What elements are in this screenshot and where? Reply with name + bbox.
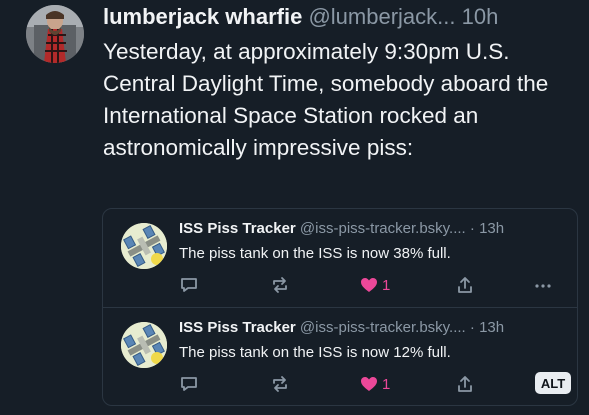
- quote-avatar[interactable]: [121, 223, 167, 269]
- quoted-post[interactable]: ISS Piss Tracker @iss-piss-tracker.bsky.…: [103, 307, 577, 406]
- like-count: 1: [382, 375, 391, 393]
- share-icon: [458, 376, 472, 392]
- quoted-posts: ISS Piss Tracker @iss-piss-tracker.bsky.…: [102, 208, 578, 406]
- like-button[interactable]: 1: [359, 372, 390, 396]
- repost-button[interactable]: [270, 273, 290, 297]
- reply-icon: [181, 278, 197, 292]
- repost-icon: [273, 376, 287, 392]
- quote-header: ISS Piss Tracker @iss-piss-tracker.bsky.…: [179, 219, 504, 239]
- like-count: 1: [382, 276, 391, 294]
- heart-icon: [361, 377, 377, 391]
- quoted-post[interactable]: ISS Piss Tracker @iss-piss-tracker.bsky.…: [103, 209, 577, 307]
- like-button[interactable]: 1: [359, 273, 390, 297]
- quote-author-handle[interactable]: @iss-piss-tracker.bsky....: [300, 319, 466, 336]
- quote-time[interactable]: · 13h: [470, 220, 504, 237]
- quote-text: The piss tank on the ISS is now 12% full…: [179, 344, 451, 361]
- quote-text: The piss tank on the ISS is now 38% full…: [179, 245, 451, 262]
- display-name[interactable]: lumberjack wharfie: [103, 4, 302, 29]
- ellipsis-icon: [535, 284, 551, 288]
- quote-author-handle[interactable]: @iss-piss-tracker.bsky....: [300, 220, 466, 237]
- post-time[interactable]: 10h: [462, 4, 499, 29]
- alt-text-badge[interactable]: ALT: [535, 372, 571, 394]
- more-options-button[interactable]: [533, 273, 553, 297]
- post: lumberjack wharfie @lumberjack... 10h Ye…: [0, 0, 589, 415]
- share-icon: [458, 277, 472, 293]
- quote-avatar[interactable]: [121, 322, 167, 368]
- avatar-image: [26, 5, 84, 63]
- avatar[interactable]: [26, 5, 84, 63]
- post-text: Yesterday, at approximately 9:30pm U.S. …: [103, 39, 549, 160]
- repost-button[interactable]: [270, 372, 290, 396]
- quote-author-name[interactable]: ISS Piss Tracker: [179, 220, 296, 237]
- quote-header: ISS Piss Tracker @iss-piss-tracker.bsky.…: [179, 318, 504, 338]
- reply-icon: [181, 377, 197, 391]
- handle[interactable]: @lumberjack...: [308, 4, 455, 29]
- iss-icon: [121, 223, 167, 269]
- heart-icon: [361, 278, 377, 292]
- post-header: lumberjack wharfie @lumberjack... 10h: [103, 3, 498, 31]
- share-button[interactable]: [455, 273, 475, 297]
- quote-actions: 1: [103, 372, 577, 396]
- iss-icon: [121, 322, 167, 368]
- repost-icon: [273, 277, 287, 293]
- reply-button[interactable]: [179, 372, 199, 396]
- share-button[interactable]: [455, 372, 475, 396]
- quote-actions: 1: [103, 273, 577, 297]
- quote-time[interactable]: · 13h: [470, 319, 504, 336]
- quote-author-name[interactable]: ISS Piss Tracker: [179, 319, 296, 336]
- reply-button[interactable]: [179, 273, 199, 297]
